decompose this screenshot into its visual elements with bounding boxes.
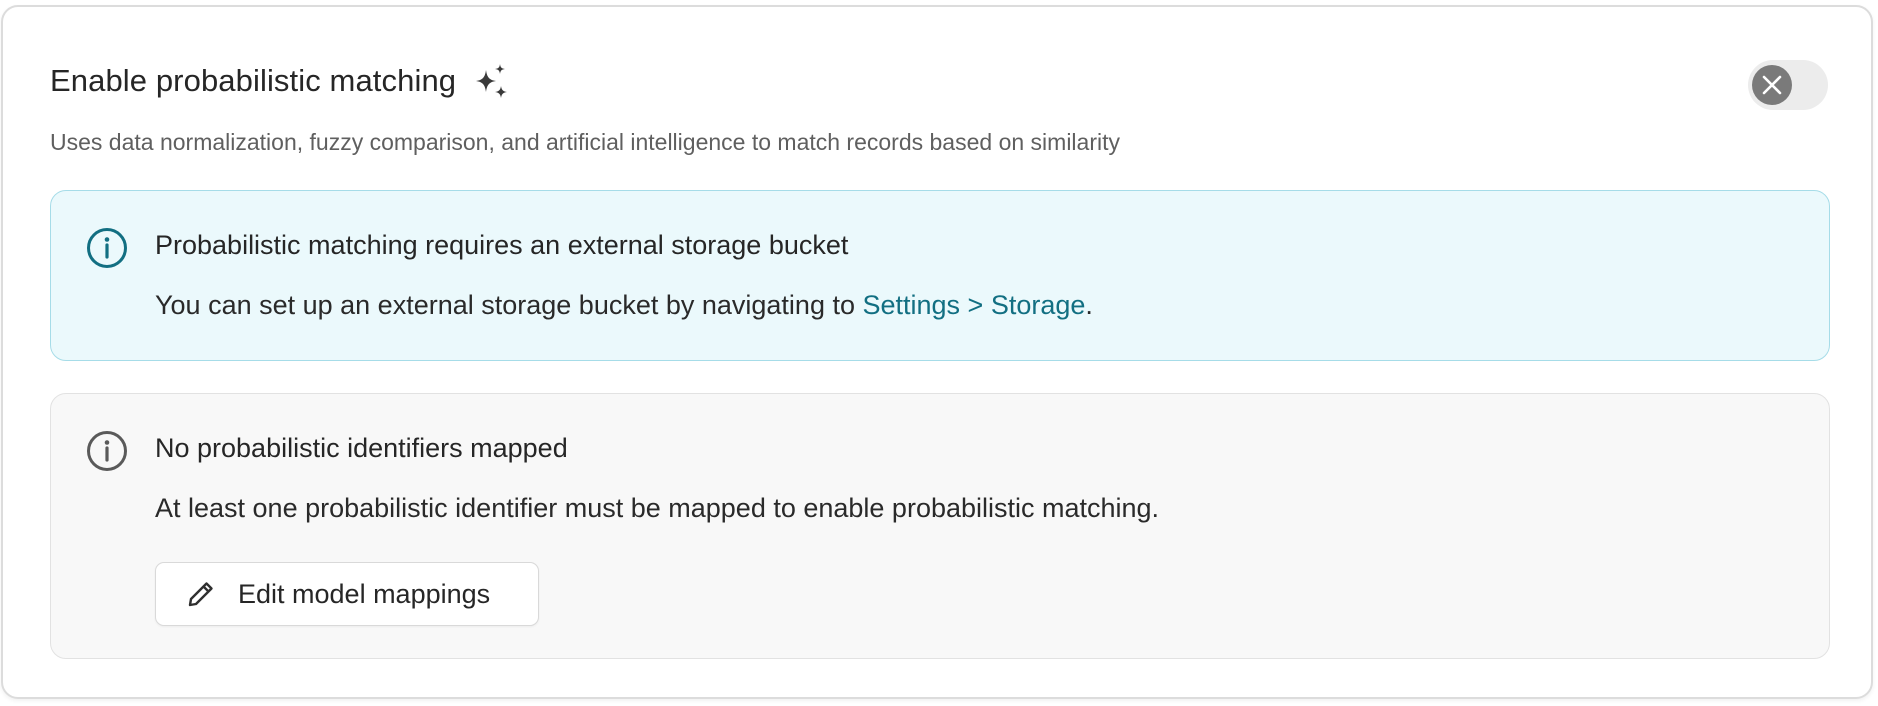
- identifiers-alert-message: At least one probabilistic identifier mu…: [155, 493, 1160, 523]
- sparkles-icon: [476, 64, 508, 98]
- edit-model-mappings-label: Edit model mappings: [238, 578, 491, 609]
- storage-alert-title: Probabilistic matching requires an exter…: [155, 230, 849, 260]
- storage-alert-text: You can set up an external storage bucke…: [155, 290, 863, 320]
- info-icon: [87, 228, 127, 268]
- probabilistic-matching-card: Enable probabilistic matching Uses data …: [1, 5, 1873, 699]
- storage-alert-period: .: [1085, 290, 1093, 320]
- settings-storage-link[interactable]: Settings > Storage: [862, 290, 1085, 320]
- toggle-knob: [1752, 65, 1792, 105]
- section-title: Enable probabilistic matching: [50, 63, 457, 98]
- close-icon: [1762, 75, 1782, 95]
- enable-probabilistic-matching-toggle[interactable]: [1748, 60, 1828, 110]
- storage-requirement-alert: Probabilistic matching requires an exter…: [50, 190, 1830, 361]
- no-identifiers-alert: No probabilistic identifiers mapped At l…: [50, 393, 1830, 659]
- pencil-icon: [188, 582, 213, 607]
- edit-model-mappings-button[interactable]: Edit model mappings: [155, 562, 539, 626]
- info-icon: [87, 431, 127, 471]
- identifiers-alert-title: No probabilistic identifiers mapped: [155, 433, 568, 463]
- section-description: Uses data normalization, fuzzy compariso…: [50, 129, 1120, 155]
- storage-alert-message: You can set up an external storage bucke…: [155, 290, 1093, 321]
- title-row: Enable probabilistic matching: [50, 62, 510, 100]
